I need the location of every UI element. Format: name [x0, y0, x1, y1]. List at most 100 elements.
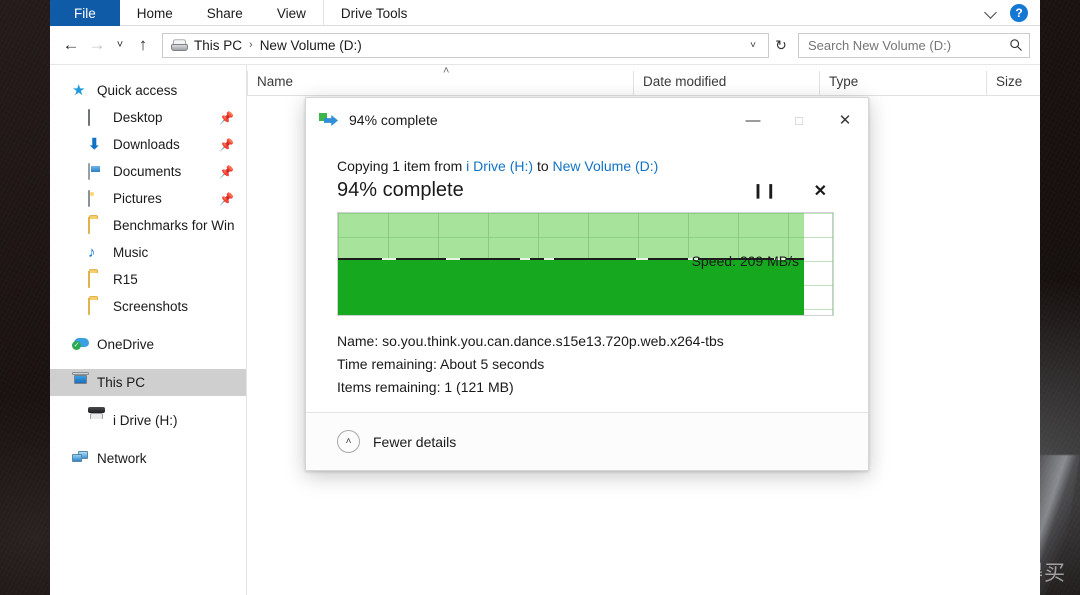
dialog-title-bar[interactable]: 94% complete — □ ✕	[306, 98, 868, 142]
copy-middle-text: to	[533, 158, 553, 174]
pin-icon[interactable]: 📌	[219, 138, 234, 152]
sidebar-item-label: Desktop	[113, 110, 163, 125]
fewer-details-button[interactable]: Fewer details	[373, 434, 456, 450]
refresh-button[interactable]: ↻	[769, 33, 793, 58]
tab-file[interactable]: File	[50, 0, 120, 26]
column-header-size[interactable]: Size	[986, 71, 1040, 95]
close-icon[interactable]: ✕	[822, 98, 868, 142]
navigation-pane: ★ Quick access Desktop 📌 ⬇ Downloads 📌 D…	[50, 65, 247, 595]
pin-icon[interactable]: 📌	[219, 111, 234, 125]
pin-icon[interactable]: 📌	[219, 192, 234, 206]
source-location-link[interactable]: i Drive (H:)	[466, 158, 533, 174]
progress-actions: ❙❙ ✕	[752, 181, 837, 201]
column-header-date-modified[interactable]: Date modified	[633, 71, 819, 95]
help-button[interactable]: ?	[1010, 3, 1028, 22]
pause-button[interactable]: ❙❙	[752, 182, 777, 199]
sidebar-item-label: Pictures	[113, 191, 162, 206]
breadcrumb-separator-icon: ›	[249, 38, 253, 51]
maximize-icon[interactable]: □	[776, 98, 822, 142]
sidebar-item-label: OneDrive	[97, 337, 155, 352]
recent-locations-button[interactable]: ˅	[110, 32, 130, 58]
ribbon-tabstrip: File Home Share View Drive Tools ?	[50, 0, 1040, 26]
sort-indicator-icon: ˄	[443, 65, 450, 77]
sidebar-item-label: i Drive (H:)	[113, 413, 178, 428]
tab-home[interactable]: Home	[120, 0, 190, 26]
column-header-name[interactable]: Name	[247, 71, 633, 95]
detail-name-value: so.you.think.you.can.dance.s15e13.720p.w…	[382, 333, 724, 349]
sidebar-item-label: Screenshots	[113, 299, 189, 314]
search-icon[interactable]	[1009, 38, 1023, 52]
sidebar-item-documents[interactable]: Documents 📌	[50, 158, 246, 185]
speed-graph: Speed: 209 MB/s	[337, 212, 834, 316]
chevron-up-icon[interactable]: ˄	[337, 430, 360, 453]
sidebar-item-r15[interactable]: R15	[50, 266, 246, 293]
detail-time-remaining-value: About 5 seconds	[439, 356, 545, 372]
destination-location-link[interactable]: New Volume (D:)	[553, 158, 659, 174]
back-button[interactable]: ←	[58, 32, 84, 58]
address-dropdown-icon[interactable]: ˅	[742, 40, 764, 51]
onedrive-icon: ✓	[72, 337, 89, 353]
network-icon	[72, 450, 89, 467]
progress-header-row: 94% complete ❙❙ ✕	[337, 174, 837, 202]
sidebar-item-downloads[interactable]: ⬇ Downloads 📌	[50, 131, 246, 158]
column-header-row: ˄ Name Date modified Type Size	[247, 65, 1040, 96]
star-icon: ★	[72, 81, 86, 99]
detail-time-remaining-label: Time remaining:	[337, 356, 437, 372]
detail-time-remaining: Time remaining: About 5 seconds	[337, 353, 837, 376]
tab-drive-tools[interactable]: Drive Tools	[322, 0, 425, 26]
transfer-details: Name: so.you.think.you.can.dance.s15e13.…	[337, 316, 837, 399]
cancel-button[interactable]: ✕	[814, 181, 827, 201]
sidebar-item-screenshots[interactable]: Screenshots	[50, 293, 246, 320]
hard-drive-icon	[171, 39, 188, 51]
dialog-window-buttons: — □ ✕	[730, 98, 868, 142]
sidebar-item-label: Quick access	[97, 83, 178, 98]
search-box[interactable]	[798, 32, 1030, 58]
detail-items-remaining-value: 1 (121 MB)	[444, 379, 514, 395]
dialog-footer: ˄ Fewer details	[306, 412, 868, 470]
this-pc-icon	[72, 371, 89, 391]
search-input[interactable]	[808, 37, 1009, 53]
ribbon-right-controls: ?	[984, 0, 1040, 25]
sidebar-item-label: Benchmarks for Win	[113, 218, 235, 233]
sidebar-item-onedrive[interactable]: ✓ OneDrive	[50, 331, 246, 358]
sidebar-item-label: R15	[113, 272, 138, 287]
dialog-title: 94% complete	[349, 112, 438, 128]
copy-prefix-text: Copying 1 item from	[337, 158, 467, 174]
chevron-down-icon[interactable]	[984, 8, 999, 17]
sidebar-item-label: Documents	[113, 164, 182, 179]
sidebar-item-music[interactable]: ♪ Music	[50, 239, 246, 266]
sidebar-item-benchmarks-for-win[interactable]: Benchmarks for Win	[50, 212, 246, 239]
sidebar-item-i-drive[interactable]: i Drive (H:)	[50, 406, 246, 434]
sidebar-item-label: Network	[97, 451, 147, 466]
breadcrumb-this-pc[interactable]: This PC	[194, 38, 242, 53]
pin-icon[interactable]: 📌	[219, 165, 234, 179]
folder-icon	[88, 270, 105, 288]
sidebar-item-network[interactable]: Network	[50, 445, 246, 472]
column-header-type[interactable]: Type	[819, 71, 986, 95]
address-bar[interactable]: This PC › New Volume (D:) ˅	[162, 32, 769, 58]
forward-button[interactable]: →	[84, 32, 110, 58]
percent-complete-label: 94% complete	[337, 179, 464, 201]
detail-items-remaining-label: Items remaining:	[337, 379, 441, 395]
detail-items-remaining: Items remaining: 1 (121 MB)	[337, 376, 837, 399]
sidebar-item-pictures[interactable]: Pictures 📌	[50, 185, 246, 212]
dialog-content: Copying 1 item from i Drive (H:) to New …	[306, 142, 868, 412]
tab-share[interactable]: Share	[190, 0, 260, 26]
up-button[interactable]: ↑	[130, 32, 156, 58]
sidebar-item-label: This PC	[97, 375, 146, 390]
copy-description: Copying 1 item from i Drive (H:) to New …	[337, 142, 837, 174]
sidebar-item-label: Downloads	[113, 137, 180, 152]
document-icon	[88, 162, 105, 180]
breadcrumb-new-volume[interactable]: New Volume (D:)	[260, 38, 362, 53]
desktop-icon	[88, 108, 105, 126]
tab-view[interactable]: View	[260, 0, 323, 26]
detail-name: Name: so.you.think.you.can.dance.s15e13.…	[337, 330, 837, 353]
sidebar-item-desktop[interactable]: Desktop 📌	[50, 104, 246, 131]
sidebar-item-this-pc[interactable]: This PC	[50, 369, 246, 396]
minimize-icon[interactable]: —	[730, 98, 776, 142]
sidebar-item-quick-access[interactable]: ★ Quick access	[50, 77, 246, 104]
